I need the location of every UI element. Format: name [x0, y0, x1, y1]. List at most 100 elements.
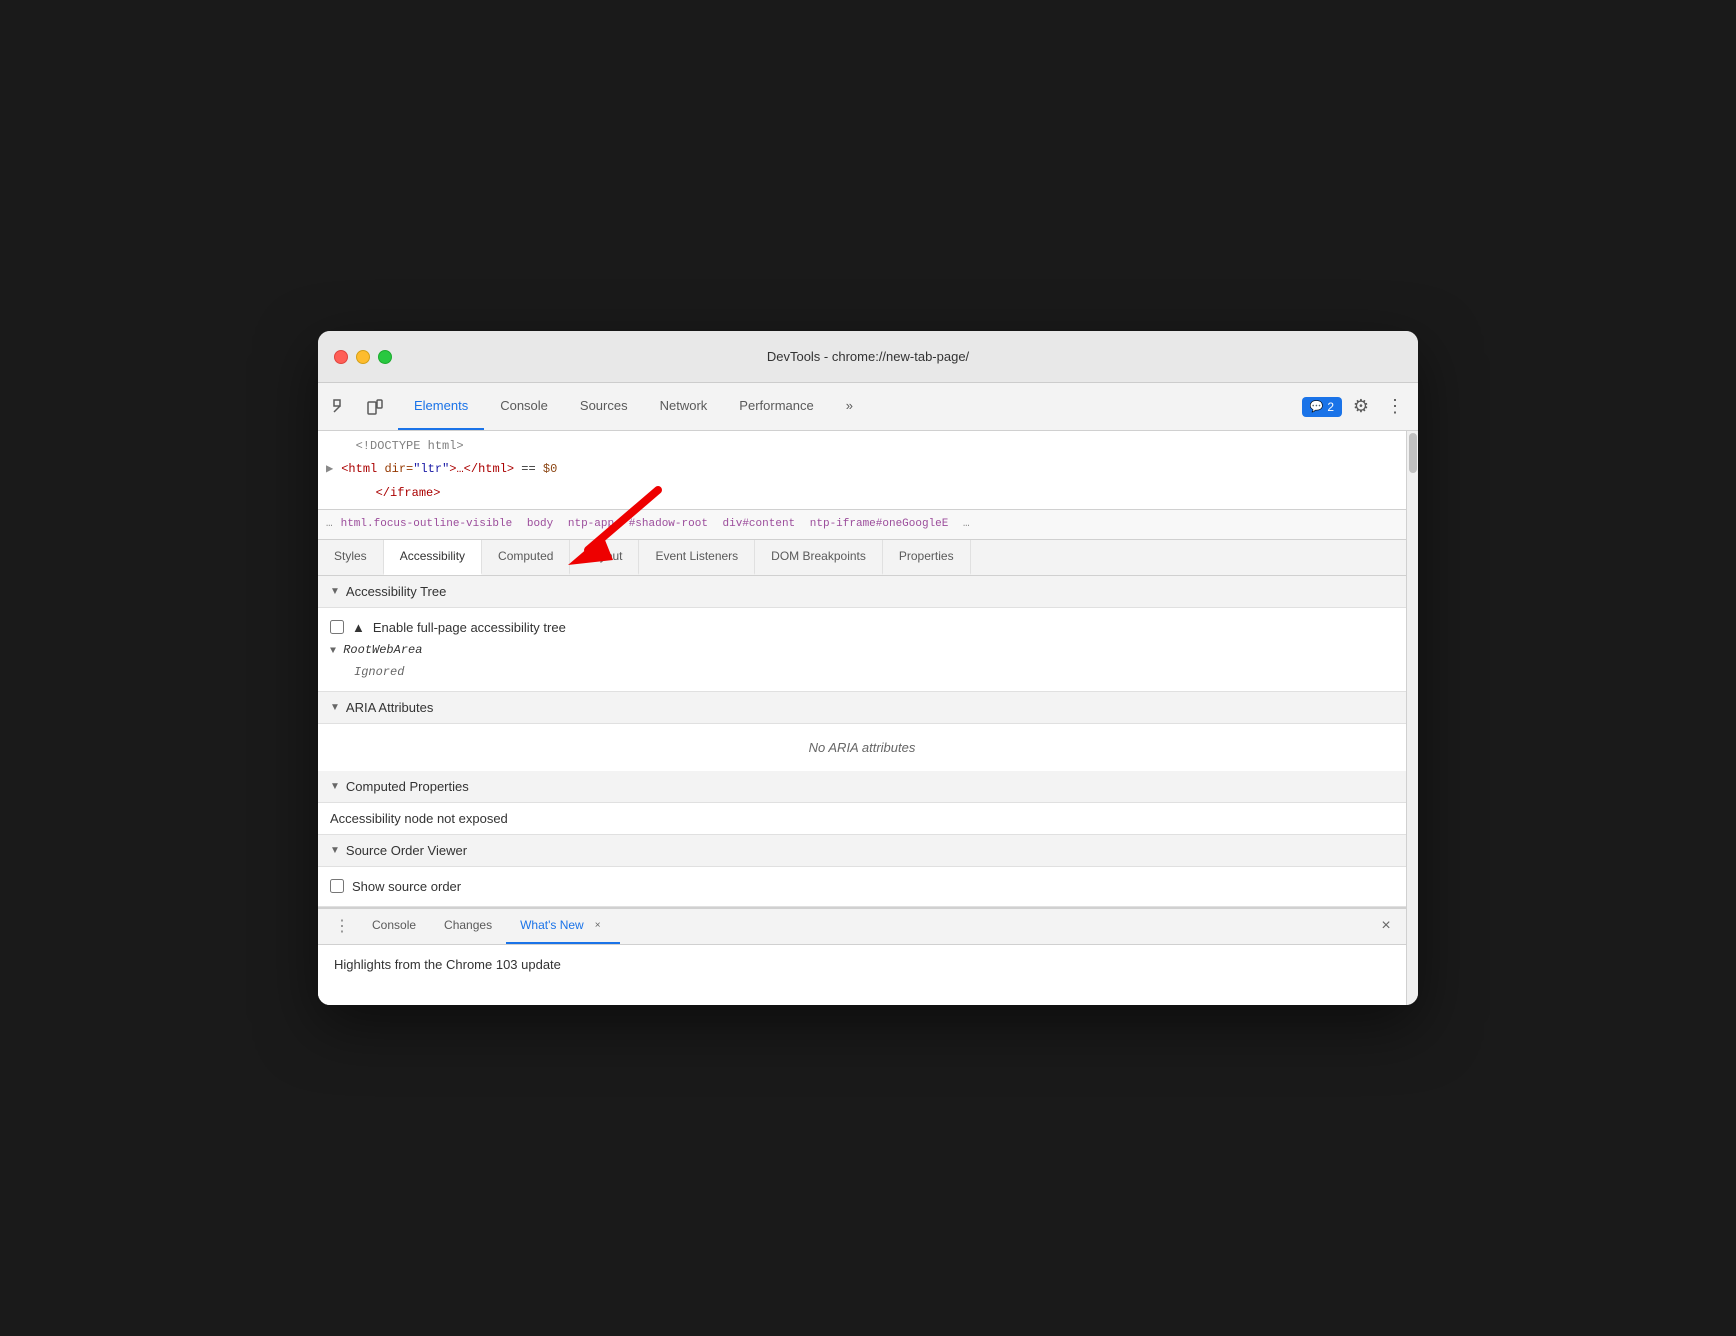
dom-row-iframe[interactable]: </iframe> [338, 482, 1406, 505]
breadcrumb-dots[interactable]: … [326, 518, 333, 530]
dom-dots-3 [346, 484, 368, 503]
breadcrumb-sep-0 [516, 518, 523, 530]
sub-tab-accessibility[interactable]: Accessibility [384, 540, 482, 575]
breadcrumb-item-2[interactable]: ntp-app [568, 518, 614, 530]
enable-tree-label: Enable full-page accessibility tree [373, 620, 566, 635]
fullscreen-button[interactable] [378, 350, 392, 364]
main-tabs: Elements Console Sources Network Perform… [398, 383, 1302, 430]
root-web-area-item[interactable]: ▼ RootWebArea [330, 639, 1394, 661]
dom-viewer: <!DOCTYPE html> ▶ <html dir= "ltr" >…</h… [318, 431, 1406, 510]
breadcrumb-item-1[interactable]: body [527, 518, 553, 530]
collapse-triangle-icon: ▼ [330, 586, 340, 597]
breadcrumb-item-5[interactable]: ntp-iframe#oneGoogleE [810, 518, 949, 530]
accessibility-tree-header[interactable]: ▼ Accessibility Tree [318, 576, 1406, 608]
html-dollar: $0 [536, 460, 558, 479]
toolbar-right: 2 ⚙ ⋮ [1302, 392, 1410, 422]
notification-badge[interactable]: 2 [1302, 397, 1342, 417]
traffic-lights [334, 350, 392, 364]
source-order-body: Show source order [318, 867, 1406, 907]
sub-tabs: Styles Accessibility Computed Layout Eve… [318, 540, 1406, 576]
root-web-area-label: RootWebArea [343, 643, 422, 657]
breadcrumb-sep-5 [952, 518, 959, 530]
bottom-tab-whats-new[interactable]: What's New × [506, 909, 620, 944]
doctype-text: <!DOCTYPE html> [356, 437, 464, 456]
dom-dots-1 [326, 437, 348, 456]
computed-properties-title: Computed Properties [346, 779, 469, 794]
more-options-button[interactable]: ⋮ [1380, 392, 1410, 422]
accessibility-tree-section: ▼ Accessibility Tree ▲ Enable full-page … [318, 576, 1406, 692]
breadcrumb-item-3[interactable]: #shadow-root [629, 518, 708, 530]
computed-collapse-icon: ▼ [330, 781, 340, 792]
toolbar-icons [326, 392, 390, 422]
breadcrumb-sep-3 [712, 518, 719, 530]
ignored-label: Ignored [330, 661, 1394, 683]
enable-tree-checkbox[interactable] [330, 620, 344, 634]
dom-row-doctype[interactable]: <!DOCTYPE html> [318, 435, 1406, 458]
bottom-content-text: Highlights from the Chrome 103 update [334, 957, 561, 972]
sub-tab-dom-breakpoints[interactable]: DOM Breakpoints [755, 540, 883, 575]
bottom-tab-console[interactable]: Console [358, 909, 430, 944]
tab-sources[interactable]: Sources [564, 383, 644, 430]
breadcrumb-sep-4 [799, 518, 806, 530]
titlebar: DevTools - chrome://new-tab-page/ [318, 331, 1418, 383]
sub-tab-layout[interactable]: Layout [570, 540, 639, 575]
bottom-content: Highlights from the Chrome 103 update [318, 945, 1406, 1005]
bottom-panel: ⋮ Console Changes What's New × × Highlig… [318, 907, 1406, 1005]
scrollbar-thumb[interactable] [1409, 433, 1417, 473]
show-source-order-checkbox[interactable] [330, 879, 344, 893]
device-toolbar-button[interactable] [360, 392, 390, 422]
bottom-tab-changes[interactable]: Changes [430, 909, 506, 944]
aria-empty-text: No ARIA attributes [318, 724, 1406, 771]
breadcrumb-sep-2 [618, 518, 625, 530]
computed-empty-text: Accessibility node not exposed [318, 803, 1406, 835]
bottom-tabs: ⋮ Console Changes What's New × × [318, 909, 1406, 945]
more-tabs-button[interactable]: » [830, 383, 869, 430]
html-close-tag: >…</html> [449, 460, 514, 479]
notification-count: 2 [1327, 400, 1334, 414]
breadcrumb-more[interactable]: … [963, 518, 970, 530]
tab-elements[interactable]: Elements [398, 383, 484, 430]
accessibility-tree-body: ▲ Enable full-page accessibility tree ▼ … [318, 608, 1406, 692]
tab-network[interactable]: Network [644, 383, 724, 430]
bottom-panel-close-button[interactable]: × [1374, 914, 1398, 938]
tab-performance[interactable]: Performance [723, 383, 829, 430]
source-order-title: Source Order Viewer [346, 843, 467, 858]
arrow-container: Styles Accessibility Computed Layout Eve… [318, 540, 1406, 576]
devtools-content: <!DOCTYPE html> ▶ <html dir= "ltr" >…</h… [318, 431, 1406, 1005]
aria-collapse-icon: ▼ [330, 702, 340, 713]
minimize-button[interactable] [356, 350, 370, 364]
breadcrumb-item-0[interactable]: html.focus-outline-visible [341, 518, 513, 530]
bottom-tabs-more-button[interactable]: ⋮ [326, 916, 358, 936]
dom-row-html[interactable]: ▶ <html dir= "ltr" >…</html> == $0 [318, 458, 1406, 481]
window-title: DevTools - chrome://new-tab-page/ [767, 349, 969, 364]
bottom-changes-label: Changes [444, 918, 492, 932]
close-button[interactable] [334, 350, 348, 364]
iframe-close-tag: </iframe> [376, 484, 441, 503]
computed-properties-section: ▼ Computed Properties Accessibility node… [318, 771, 1406, 835]
dom-dots-2: ▶ [326, 460, 333, 479]
bottom-whats-new-label: What's New [520, 918, 584, 932]
computed-properties-header[interactable]: ▼ Computed Properties [318, 771, 1406, 803]
devtools-window: DevTools - chrome://new-tab-page/ Elemen… [318, 331, 1418, 1005]
enable-tree-icon: ▲ [352, 620, 365, 635]
breadcrumb-item-4[interactable]: div#content [723, 518, 796, 530]
source-order-header[interactable]: ▼ Source Order Viewer [318, 835, 1406, 867]
inspect-element-button[interactable] [326, 392, 356, 422]
html-eq: == [514, 460, 536, 479]
devtools-main: <!DOCTYPE html> ▶ <html dir= "ltr" >…</h… [318, 431, 1418, 1005]
sub-tab-computed[interactable]: Computed [482, 540, 570, 575]
right-scrollbar[interactable] [1406, 431, 1418, 1005]
html-attr-name: dir= [377, 460, 413, 479]
accessibility-tree-title: Accessibility Tree [346, 584, 446, 599]
source-order-section: ▼ Source Order Viewer Show source order [318, 835, 1406, 907]
sub-tab-properties[interactable]: Properties [883, 540, 971, 575]
aria-attributes-header[interactable]: ▼ ARIA Attributes [318, 692, 1406, 724]
sub-tab-event-listeners[interactable]: Event Listeners [639, 540, 755, 575]
settings-button[interactable]: ⚙ [1346, 392, 1376, 422]
sub-tab-styles[interactable]: Styles [318, 540, 384, 575]
tab-console[interactable]: Console [484, 383, 564, 430]
show-source-order-row: Show source order [330, 875, 1394, 898]
breadcrumb-sep-1 [557, 518, 564, 530]
whats-new-close-icon[interactable]: × [590, 917, 606, 933]
enable-tree-row: ▲ Enable full-page accessibility tree [330, 616, 1394, 639]
